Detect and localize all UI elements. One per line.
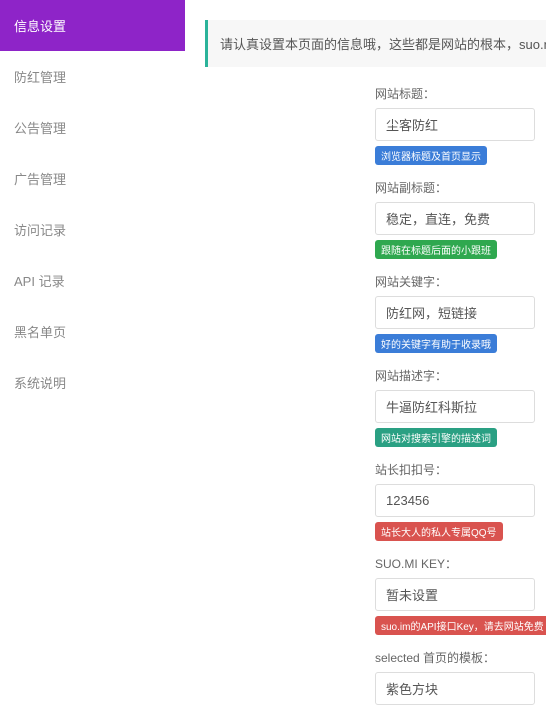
label-description: 网站描述字： (375, 367, 546, 384)
label-suomi-key: SUO.MI KEY： (375, 555, 546, 572)
main-content: 请认真设置本页面的信息哦，这些都是网站的根本，suo.mi的key直接去 网站标… (185, 0, 546, 578)
hint-keywords: 好的关键字有助于收录哦 (375, 334, 497, 353)
label-site-title: 网站标题： (375, 85, 546, 102)
sidebar-item-visitlog[interactable]: 访问记录 (0, 204, 185, 255)
field-template: selected 首页的模板： (375, 649, 546, 705)
hint-description: 网站对搜索引擎的描述词 (375, 428, 497, 447)
sidebar-item-sysinfo[interactable]: 系统说明 (0, 357, 185, 408)
input-suomi-key[interactable] (375, 578, 535, 611)
sidebar-item-apilog[interactable]: API 记录 (0, 255, 185, 306)
field-site-subtitle: 网站副标题： 跟随在标题后面的小跟班 (375, 179, 546, 259)
label-qq: 站长扣扣号： (375, 461, 546, 478)
input-qq[interactable] (375, 484, 535, 517)
field-suomi-key: SUO.MI KEY： suo.im的API接口Key，请去网站免费 (375, 555, 546, 635)
field-keywords: 网站关键字： 好的关键字有助于收录哦 (375, 273, 546, 353)
input-description[interactable] (375, 390, 535, 423)
info-alert: 请认真设置本页面的信息哦，这些都是网站的根本，suo.mi的key直接去 (205, 20, 546, 67)
hint-site-subtitle: 跟随在标题后面的小跟班 (375, 240, 497, 259)
sidebar: 信息设置 防红管理 公告管理 广告管理 访问记录 API 记录 黑名单页 系统说… (0, 0, 185, 578)
sidebar-item-ads[interactable]: 广告管理 (0, 153, 185, 204)
sidebar-item-notice[interactable]: 公告管理 (0, 102, 185, 153)
field-description: 网站描述字： 网站对搜索引擎的描述词 (375, 367, 546, 447)
sidebar-item-fanghong[interactable]: 防红管理 (0, 51, 185, 102)
hint-site-title: 浏览器标题及首页显示 (375, 146, 487, 165)
hint-suomi-key: suo.im的API接口Key，请去网站免费 (375, 616, 546, 635)
field-qq: 站长扣扣号： 站长大人的私人专属QQ号 (375, 461, 546, 541)
settings-form: 网站标题： 浏览器标题及首页显示 网站副标题： 跟随在标题后面的小跟班 网站关键… (205, 85, 546, 705)
hint-qq: 站长大人的私人专属QQ号 (375, 522, 503, 541)
field-site-title: 网站标题： 浏览器标题及首页显示 (375, 85, 546, 165)
label-keywords: 网站关键字： (375, 273, 546, 290)
label-template: selected 首页的模板： (375, 649, 546, 666)
input-keywords[interactable] (375, 296, 535, 329)
sidebar-item-info-settings[interactable]: 信息设置 (0, 0, 185, 51)
label-site-subtitle: 网站副标题： (375, 179, 546, 196)
input-site-subtitle[interactable] (375, 202, 535, 235)
input-site-title[interactable] (375, 108, 535, 141)
sidebar-item-blacklist[interactable]: 黑名单页 (0, 306, 185, 357)
input-template[interactable] (375, 672, 535, 705)
